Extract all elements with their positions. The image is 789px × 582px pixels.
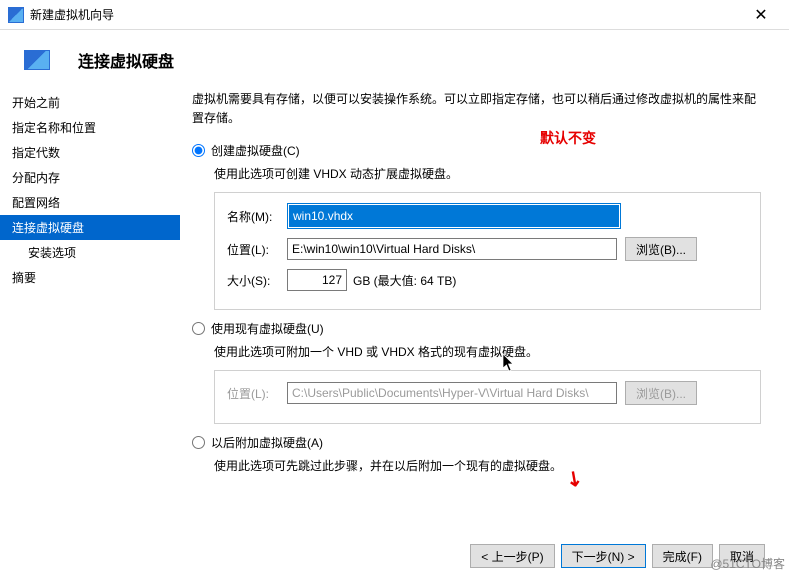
- existing-location-label: 位置(L):: [227, 385, 287, 402]
- radio-attach-later-label: 以后附加虚拟硬盘(A): [211, 434, 323, 451]
- option-attach-later: 以后附加虚拟硬盘(A) 使用此选项可先跳过此步骤，并在以后附加一个现有的虚拟硬盘…: [192, 434, 761, 484]
- step-network[interactable]: 配置网络: [0, 190, 180, 215]
- wizard-window: 新建虚拟机向导 ✕ 连接虚拟硬盘 开始之前 指定名称和位置 指定代数 分配内存 …: [0, 0, 789, 582]
- app-icon: [8, 7, 24, 23]
- titlebar: 新建虚拟机向导 ✕: [0, 0, 789, 30]
- create-vhd-group: 名称(M): 位置(L): 浏览(B)... 大小(S): GB: [214, 192, 761, 310]
- prev-button[interactable]: < 上一步(P): [470, 544, 554, 568]
- wizard-steps: 开始之前 指定名称和位置 指定代数 分配内存 配置网络 连接虚拟硬盘 安装选项 …: [0, 86, 180, 530]
- create-vhd-hint: 使用此选项可创建 VHDX 动态扩展虚拟硬盘。: [214, 165, 761, 182]
- name-input[interactable]: [289, 205, 619, 227]
- location-input[interactable]: [287, 238, 617, 260]
- step-summary[interactable]: 摘要: [0, 265, 180, 290]
- radio-create-vhd-label: 创建虚拟硬盘(C): [211, 142, 300, 159]
- step-connect-vhd[interactable]: 连接虚拟硬盘: [0, 215, 180, 240]
- step-generation[interactable]: 指定代数: [0, 140, 180, 165]
- existing-browse-button: 浏览(B)...: [625, 381, 697, 405]
- wizard-body: 开始之前 指定名称和位置 指定代数 分配内存 配置网络 连接虚拟硬盘 安装选项 …: [0, 86, 789, 530]
- name-label: 名称(M):: [227, 208, 287, 225]
- option-create-vhd: 创建虚拟硬盘(C) 使用此选项可创建 VHDX 动态扩展虚拟硬盘。 名称(M):…: [192, 142, 761, 310]
- size-label: 大小(S):: [227, 272, 287, 289]
- size-suffix: GB (最大值: 64 TB): [353, 272, 456, 289]
- option-existing-vhd: 使用现有虚拟硬盘(U) 使用此选项可附加一个 VHD 或 VHDX 格式的现有虚…: [192, 320, 761, 424]
- radio-existing-vhd-label: 使用现有虚拟硬盘(U): [211, 320, 324, 337]
- attach-later-hint: 使用此选项可先跳过此步骤，并在以后附加一个现有的虚拟硬盘。: [214, 457, 761, 474]
- step-before-begin[interactable]: 开始之前: [0, 90, 180, 115]
- step-install-options[interactable]: 安装选项: [0, 240, 180, 265]
- annotation-note: 默认不变: [540, 128, 596, 148]
- watermark-text: @51CTO博客: [710, 555, 785, 572]
- existing-vhd-hint: 使用此选项可附加一个 VHD 或 VHDX 格式的现有虚拟硬盘。: [214, 343, 761, 360]
- step-memory[interactable]: 分配内存: [0, 165, 180, 190]
- wizard-footer: < 上一步(P) 下一步(N) > 完成(F) 取消: [0, 530, 789, 582]
- wizard-main: 虚拟机需要具有存储，以便可以安装操作系统。可以立即指定存储，也可以稍后通过修改虚…: [180, 86, 789, 530]
- wizard-header: 连接虚拟硬盘: [0, 30, 789, 86]
- step-name-location[interactable]: 指定名称和位置: [0, 115, 180, 140]
- existing-vhd-group: 位置(L): 浏览(B)...: [214, 370, 761, 424]
- location-label: 位置(L):: [227, 241, 287, 258]
- window-title: 新建虚拟机向导: [30, 6, 741, 23]
- browse-button[interactable]: 浏览(B)...: [625, 237, 697, 261]
- radio-create-vhd[interactable]: [192, 144, 205, 157]
- close-icon[interactable]: ✕: [741, 5, 781, 25]
- page-title: 连接虚拟硬盘: [78, 48, 174, 72]
- existing-location-input: [287, 382, 617, 404]
- next-button[interactable]: 下一步(N) >: [561, 544, 646, 568]
- radio-existing-vhd[interactable]: [192, 322, 205, 335]
- size-input[interactable]: [287, 269, 347, 291]
- radio-attach-later[interactable]: [192, 436, 205, 449]
- description-text: 虚拟机需要具有存储，以便可以安装操作系统。可以立即指定存储，也可以稍后通过修改虚…: [192, 90, 761, 128]
- wizard-icon: [24, 50, 50, 70]
- finish-button[interactable]: 完成(F): [652, 544, 713, 568]
